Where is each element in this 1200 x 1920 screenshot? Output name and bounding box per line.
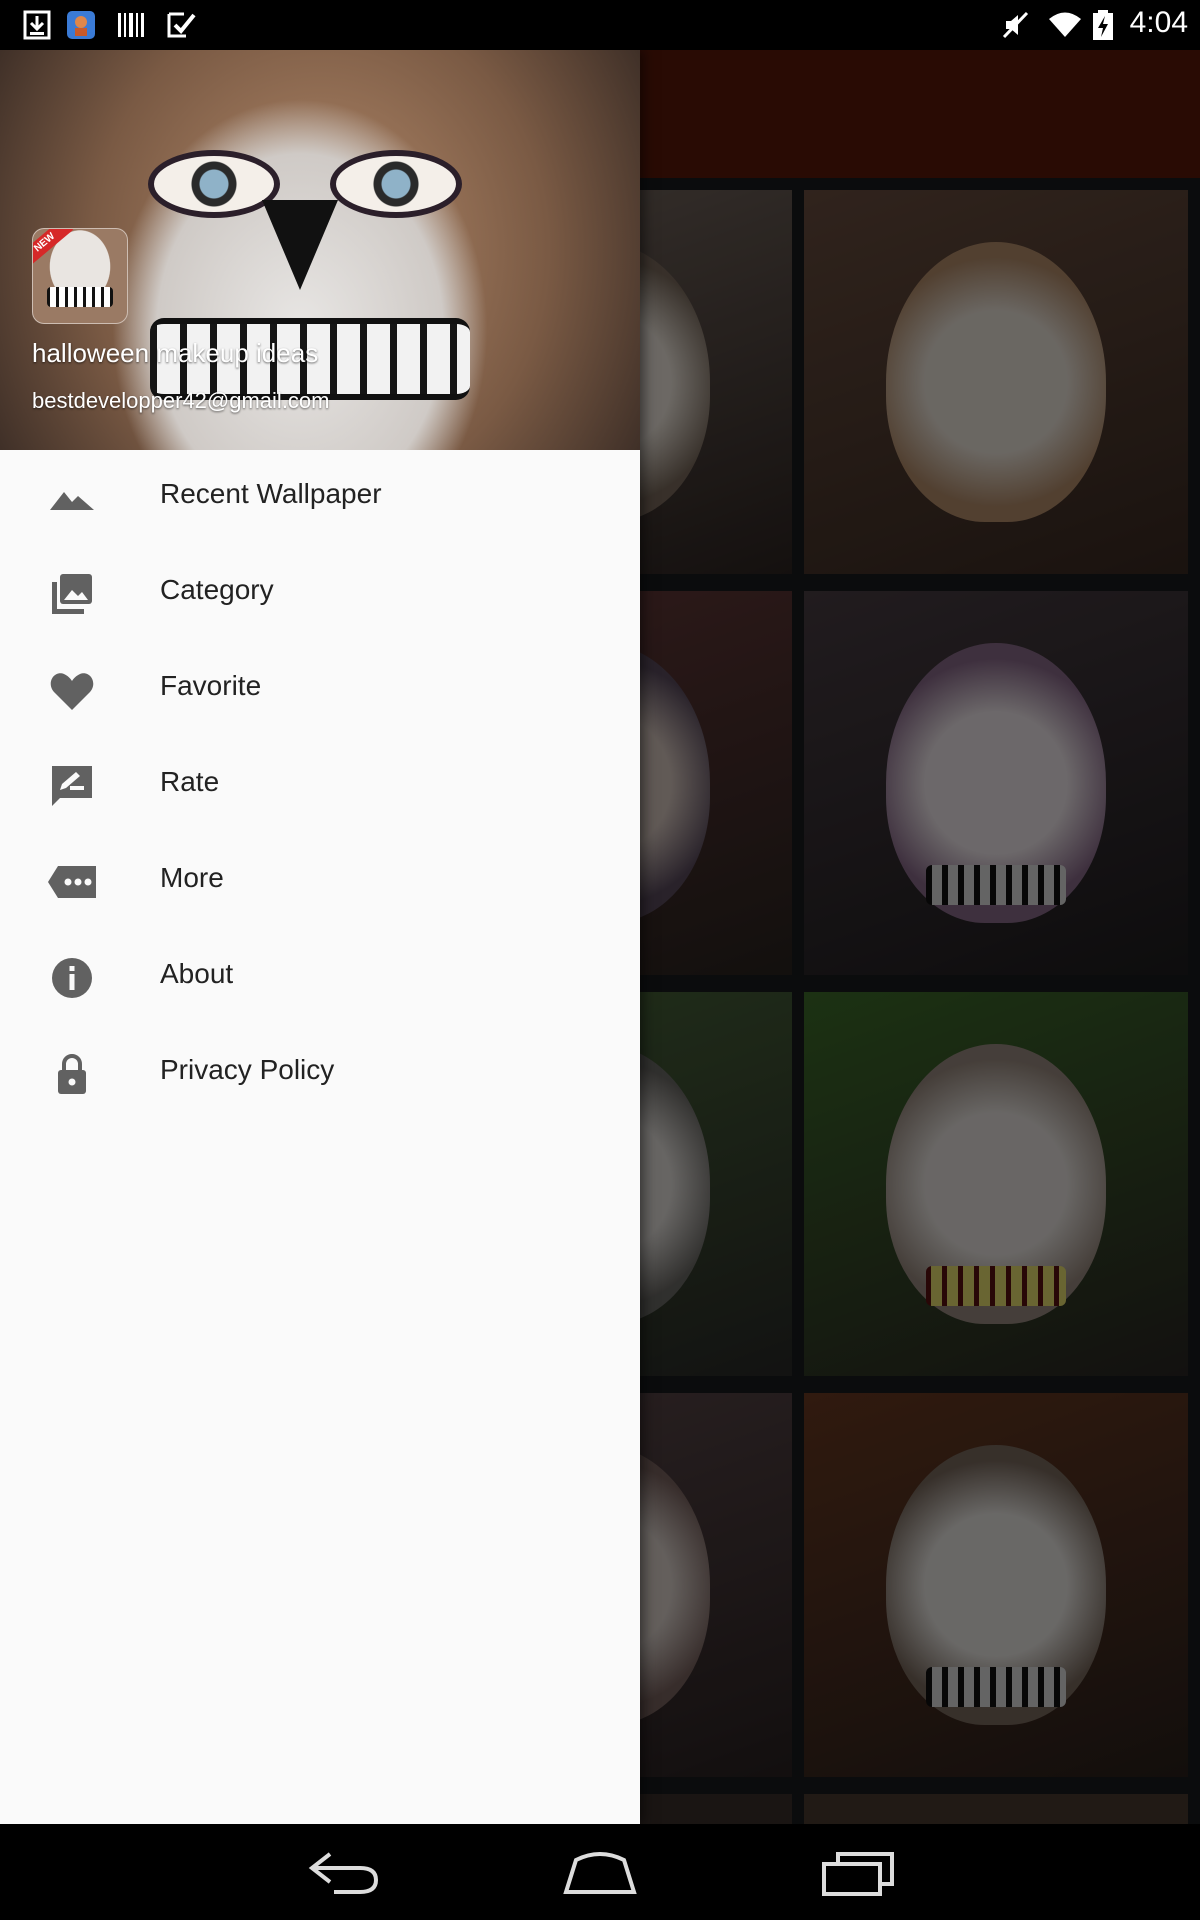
status-bar: 4:04 — [0, 0, 1200, 50]
header-image-eye — [330, 150, 462, 218]
menu-item-label: Favorite — [160, 670, 262, 701]
menu-item-favorite[interactable]: Favorite — [0, 642, 640, 738]
menu-item-label: More — [160, 862, 224, 893]
menu-item-more[interactable]: More — [0, 834, 640, 930]
menu-item-recent-wallpaper[interactable]: Recent Wallpaper — [0, 450, 640, 546]
new-badge: NEW — [33, 229, 74, 269]
menu-item-label: About — [160, 958, 234, 989]
developer-email: bestdevelopper42@gmail.com — [32, 388, 330, 413]
heart-icon — [50, 673, 94, 710]
app-name: halloween makeup ideas — [32, 338, 319, 368]
task-check-icon — [167, 12, 196, 38]
drawer-header: NEW halloween makeup ideas bestdeveloppe… — [0, 50, 640, 450]
photo-library-icon — [52, 574, 92, 614]
recents-icon[interactable] — [818, 1846, 898, 1898]
menu-item-about[interactable]: About — [0, 930, 640, 1026]
lock-icon — [58, 1054, 86, 1094]
menu-item-label: Rate — [160, 766, 220, 797]
info-icon — [52, 958, 92, 998]
menu-item-label: Category — [160, 574, 274, 605]
header-image-eye — [148, 150, 280, 218]
menu-item-rate[interactable]: Rate — [0, 738, 640, 834]
menu-item-category[interactable]: Category — [0, 546, 640, 642]
clock: 4:04 — [1129, 6, 1188, 39]
barcode-icon — [118, 13, 144, 37]
more-tag-icon — [48, 866, 96, 898]
rate-review-icon — [52, 766, 92, 806]
menu-item-privacy-policy[interactable]: Privacy Policy — [0, 1026, 640, 1122]
home-icon[interactable] — [560, 1846, 640, 1898]
system-navigation-bar — [0, 1824, 1200, 1920]
drawer-menu: Recent Wallpaper Category Favorite Rate — [0, 450, 640, 1122]
battery-charging-icon — [1093, 10, 1113, 40]
wifi-icon — [1049, 12, 1081, 37]
landscape-icon — [50, 492, 94, 510]
navigation-drawer: NEW halloween makeup ideas bestdeveloppe… — [0, 50, 640, 1824]
menu-item-label: Recent Wallpaper — [160, 478, 382, 509]
download-icon — [23, 10, 51, 40]
back-icon[interactable] — [304, 1846, 384, 1898]
header-image-skull — [262, 200, 338, 290]
menu-item-label: Privacy Policy — [160, 1054, 335, 1085]
mute-icon — [1002, 11, 1029, 39]
app-notification-icon — [67, 11, 95, 39]
app-icon: NEW — [32, 228, 128, 324]
